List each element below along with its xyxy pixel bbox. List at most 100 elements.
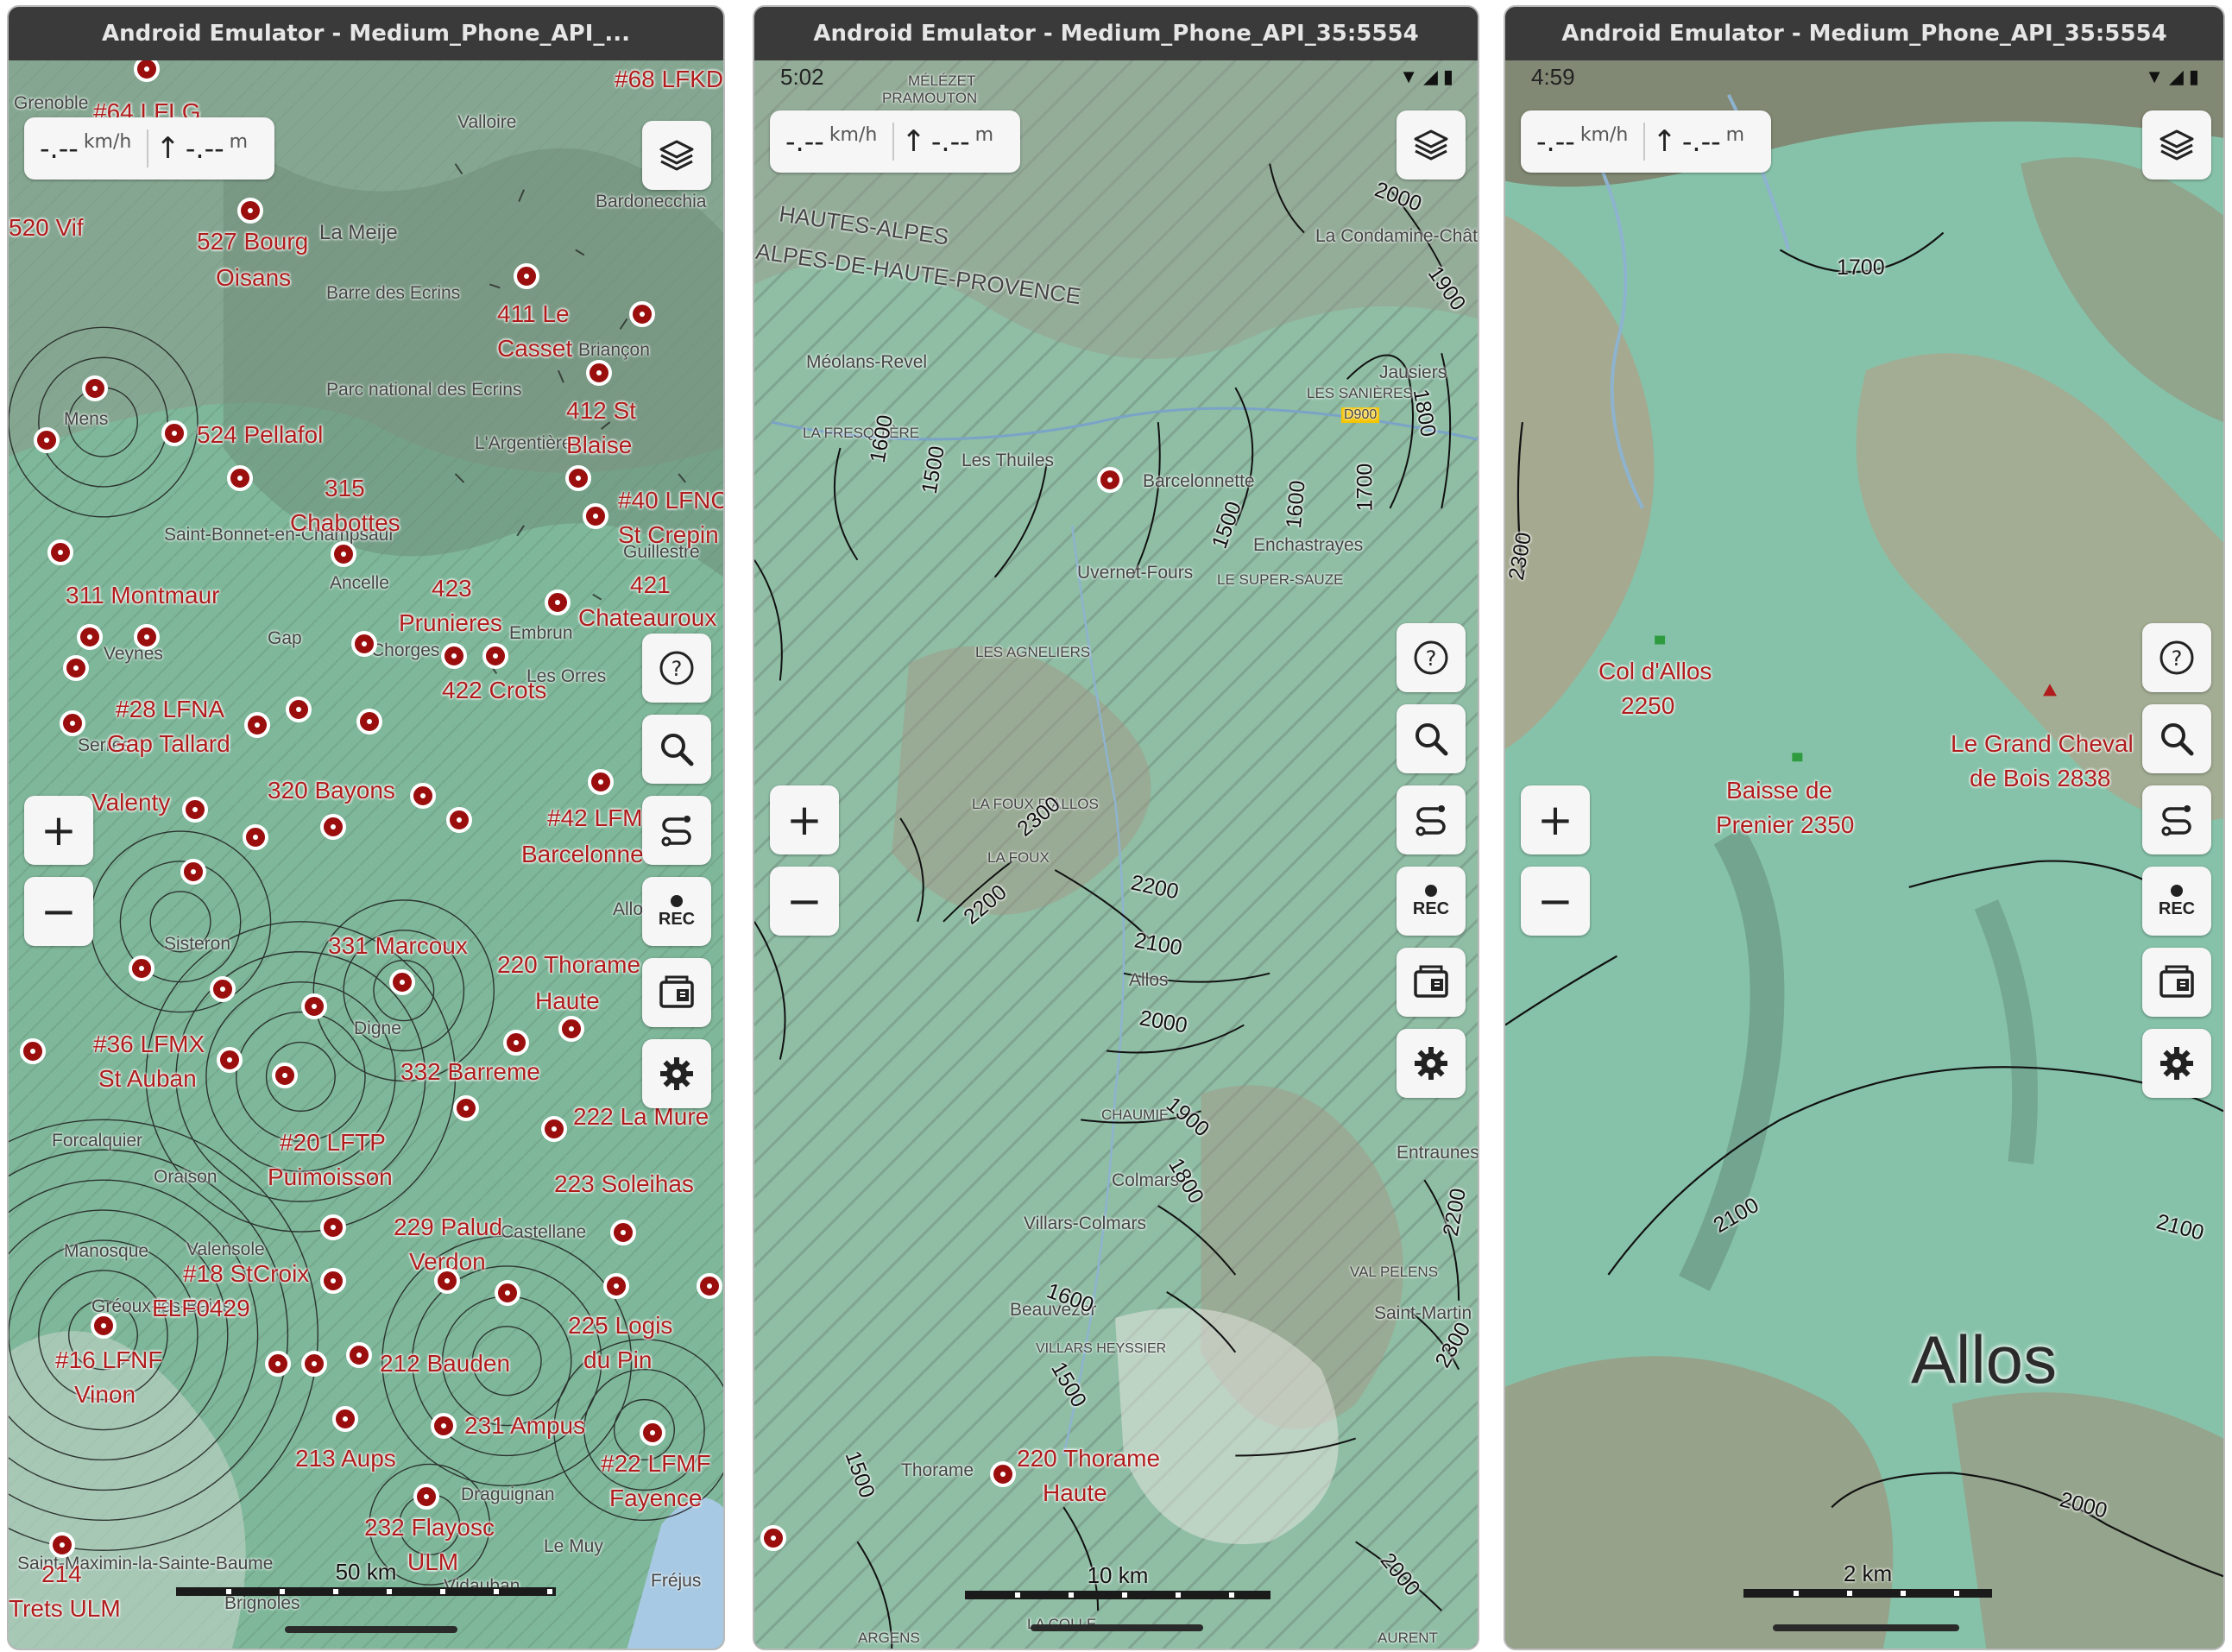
settings-button[interactable] [2142,1029,2211,1098]
layers-button[interactable] [2142,110,2211,180]
airfield-marker[interactable] [134,624,160,650]
search-button[interactable] [642,715,711,784]
airfield-marker[interactable] [210,976,236,1002]
airfield-marker[interactable] [244,712,270,738]
airfield-marker[interactable] [565,465,591,491]
airfield-marker[interactable] [301,993,327,1019]
airfield-marker[interactable] [346,1342,372,1368]
airfield-marker[interactable] [77,624,103,650]
zoom-out-button[interactable]: − [1521,867,1590,936]
airfield-marker[interactable] [320,1214,346,1240]
place-label: Gap [268,628,302,648]
airfield-marker[interactable] [265,1351,291,1377]
airfield-marker[interactable] [413,1484,439,1510]
map-view[interactable]: Grenoble Valloire La Meije Barre des Ecr… [9,60,723,1649]
airfield-marker[interactable] [217,1047,243,1073]
airfield-marker[interactable] [503,1030,529,1056]
zoom-out-button[interactable]: − [24,877,93,946]
gear-icon [1415,1047,1447,1080]
nav-handle[interactable] [285,1626,457,1633]
airfield-marker[interactable] [541,1116,567,1142]
airfield-label: 232 Flayosc [364,1514,495,1541]
airfield-marker[interactable] [34,427,60,453]
airfield-marker[interactable] [243,824,268,850]
airfield-marker[interactable] [760,1525,786,1551]
help-button[interactable]: ? [1397,623,1466,692]
zoom-in-button[interactable]: + [24,796,93,865]
settings-button[interactable] [1397,1029,1466,1098]
airfield-marker[interactable] [1097,467,1123,493]
airfield-marker[interactable] [629,301,655,327]
airfield-marker[interactable] [545,590,571,615]
airfield-marker[interactable] [558,1016,584,1042]
nav-handle[interactable] [1031,1624,1203,1631]
zoom-in-button[interactable]: + [1521,785,1590,854]
airfield-marker[interactable] [60,710,85,736]
airfield-marker[interactable] [63,655,89,681]
airfield-marker[interactable] [495,1280,520,1306]
route-button[interactable] [1397,785,1466,854]
zoom-out-button[interactable]: − [770,867,839,936]
airfield-marker[interactable] [331,541,356,567]
airfield-marker[interactable] [301,1351,327,1377]
airfield-marker[interactable] [320,814,346,840]
airfield-marker[interactable] [20,1038,46,1064]
route-button[interactable] [2142,785,2211,854]
airfield-marker[interactable] [227,465,253,491]
airfield-marker[interactable] [351,631,377,657]
airfield-label: #18 StCroix [183,1260,310,1287]
airfield-marker[interactable] [610,1220,636,1245]
map-view[interactable]: 5:02 ▼◢▮ HAUTES-ALPES ALPES-DE-HAUTE-PRO… [754,60,1478,1649]
record-button[interactable]: REC [642,877,711,946]
airfield-marker[interactable] [180,859,206,885]
offline-maps-button[interactable] [2142,948,2211,1017]
airfield-marker[interactable] [990,1461,1016,1487]
airfield-marker[interactable] [47,539,73,565]
airfield-marker[interactable] [482,643,508,669]
route-button[interactable] [642,796,711,865]
airfield-marker[interactable] [697,1273,722,1299]
airfield-marker[interactable] [286,697,312,722]
airfield-marker[interactable] [320,1268,346,1294]
search-button[interactable] [2142,704,2211,773]
airfield-marker[interactable] [91,1313,117,1339]
offline-maps-button[interactable] [642,958,711,1027]
airfield-marker[interactable] [431,1413,457,1439]
airfield-marker[interactable] [161,420,187,446]
airfield-marker[interactable] [356,709,382,735]
record-label: REC [658,909,696,929]
airfield-marker[interactable] [640,1420,665,1446]
airfield-marker[interactable] [453,1095,479,1121]
airfield-marker[interactable] [332,1406,358,1432]
speed-unit: km/h [1579,123,1629,146]
airfield-marker[interactable] [603,1273,629,1299]
airfield-marker[interactable] [272,1062,298,1088]
airfield-marker[interactable] [446,807,472,833]
airfield-marker[interactable] [237,198,263,224]
airfield-marker[interactable] [129,955,154,981]
settings-button[interactable] [642,1039,711,1108]
help-button[interactable]: ? [2142,623,2211,692]
airfield-marker[interactable] [182,797,208,823]
airfield-marker[interactable] [410,783,436,809]
search-button[interactable] [1397,704,1466,773]
airfield-marker[interactable] [514,263,539,289]
layers-button[interactable] [642,121,711,190]
map-view[interactable]: 4:59 ▼◢▮ Col d'Allos 2250 Le Grand Cheva… [1505,60,2223,1649]
airfield-marker[interactable] [49,1532,75,1558]
airfield-marker[interactable] [586,360,612,386]
help-button[interactable]: ? [642,634,711,703]
airfield-marker[interactable] [588,769,614,795]
airfield-marker[interactable] [434,1268,460,1294]
airfield-marker[interactable] [82,375,108,401]
offline-maps-button[interactable] [1397,948,1466,1017]
airfield-marker[interactable] [583,503,608,529]
airfield-label: #40 LFNC [618,487,723,514]
airfield-marker[interactable] [441,643,467,669]
nav-handle[interactable] [1773,1624,1959,1631]
layers-button[interactable] [1397,110,1466,180]
record-button[interactable]: REC [1397,867,1466,936]
airfield-marker[interactable] [389,969,415,995]
zoom-in-button[interactable]: + [770,785,839,854]
record-button[interactable]: REC [2142,867,2211,936]
